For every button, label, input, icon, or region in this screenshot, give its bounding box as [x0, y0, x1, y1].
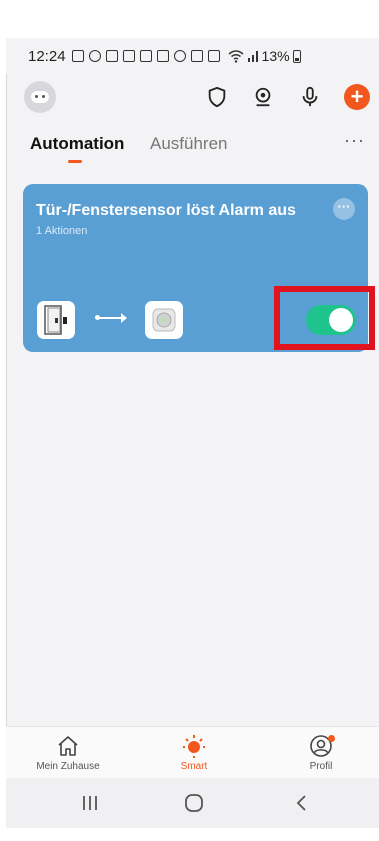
sync-icon — [88, 50, 101, 62]
home-avatar[interactable] — [24, 81, 56, 113]
camera-icon[interactable] — [251, 85, 275, 109]
tab-bar: Automation Ausführen ··· — [6, 120, 379, 170]
nav-smart[interactable]: Smart — [149, 733, 239, 772]
app-icon — [71, 50, 84, 62]
nav-label: Profil — [309, 761, 333, 772]
back-button[interactable] — [290, 792, 314, 814]
recents-icon — [83, 796, 97, 810]
door-sensor-icon — [37, 301, 75, 339]
app-icon — [105, 50, 118, 62]
alarm-siren-icon — [145, 301, 183, 339]
microphone-icon[interactable] — [298, 85, 322, 109]
robot-icon — [31, 91, 49, 103]
toggle-highlight-box — [274, 286, 375, 350]
home-circle-icon — [185, 794, 203, 812]
system-status: 13% — [228, 48, 301, 64]
tab-indicator — [68, 160, 82, 163]
shield-icon[interactable] — [205, 85, 229, 109]
signal-icon — [247, 51, 258, 62]
automation-title: Tür-/Fenstersensor löst Alarm aus — [36, 202, 296, 219]
sun-icon — [183, 735, 205, 758]
back-icon — [296, 795, 306, 811]
nav-label: Smart — [180, 761, 208, 772]
nav-mein-zuhause[interactable]: Mein Zuhause — [23, 733, 113, 772]
status-time: 12:24 — [28, 47, 66, 65]
calendar-icon — [207, 50, 220, 62]
nav-profil[interactable]: Profil — [276, 733, 366, 772]
home-icon — [58, 736, 78, 756]
notification-icons — [71, 50, 220, 62]
more-menu-icon[interactable]: ··· — [344, 130, 365, 151]
tab-ausfuehren[interactable]: Ausführen — [150, 134, 228, 154]
wifi-icon — [228, 49, 244, 63]
youtube-icon — [156, 50, 169, 62]
recents-button[interactable] — [78, 792, 102, 814]
battery-percent: 13% — [261, 48, 290, 64]
gallery-icon — [122, 50, 135, 62]
battery-icon — [292, 49, 301, 63]
status-bar: 12:24 13% — [6, 38, 379, 74]
card-more-icon[interactable]: ··· — [333, 198, 355, 220]
image-icon — [139, 50, 152, 62]
automation-subtitle: 1 Aktionen — [36, 225, 88, 237]
flow-arrow-icon — [95, 313, 127, 323]
system-navigation-bar — [6, 778, 379, 828]
bottom-navigation: Mein Zuhause Smart Profil — [6, 726, 379, 778]
notification-dot — [328, 735, 335, 742]
tab-automation[interactable]: Automation — [30, 134, 124, 154]
top-toolbar: + — [6, 74, 379, 120]
home-button[interactable] — [182, 792, 206, 814]
add-icon[interactable]: + — [344, 84, 370, 110]
play-icon — [190, 50, 203, 62]
nav-label: Mein Zuhause — [36, 761, 100, 772]
cloud-icon — [173, 50, 186, 62]
